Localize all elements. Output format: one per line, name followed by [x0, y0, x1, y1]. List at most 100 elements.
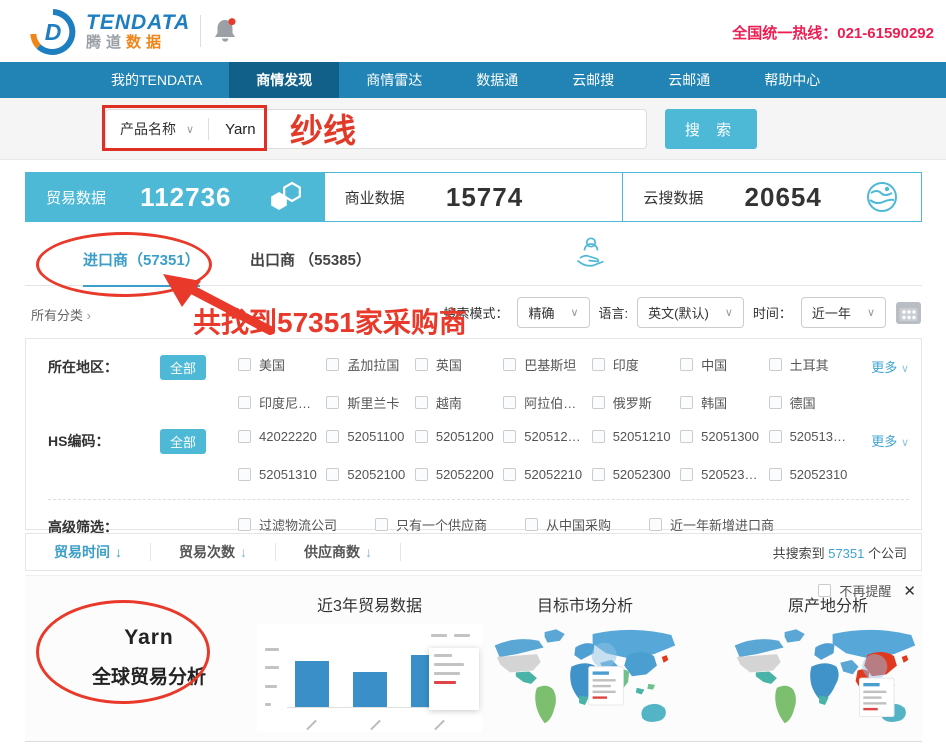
filter-checkbox[interactable]: 从中国采购: [525, 515, 611, 534]
filter-checkbox[interactable]: 韩国: [680, 393, 764, 412]
search-button[interactable]: 搜 索: [665, 109, 757, 149]
filter-checkbox[interactable]: 52051100: [326, 429, 410, 444]
notification-bell-icon[interactable]: [214, 17, 237, 49]
checkbox-box-icon[interactable]: [326, 396, 339, 409]
filter-checkbox[interactable]: 5205130000: [769, 429, 853, 444]
sort-item[interactable]: 贸易时间↓: [26, 543, 151, 561]
filter-checkbox[interactable]: 印度尼西亚: [238, 393, 322, 412]
checkbox-label: 孟加拉国: [347, 355, 399, 374]
filter-checkbox[interactable]: 52051310: [238, 467, 322, 482]
search-mode-select[interactable]: 精确 ∨: [517, 297, 589, 328]
checkbox-box-icon[interactable]: [503, 430, 516, 443]
checkbox-box-icon[interactable]: [769, 358, 782, 371]
filter-checkbox[interactable]: 中国: [680, 355, 764, 374]
checkbox-box-icon[interactable]: [238, 518, 251, 531]
checkbox-box-icon[interactable]: [592, 468, 605, 481]
region-all-badge[interactable]: 全部: [160, 355, 206, 380]
chevron-down-icon: ∨: [725, 306, 733, 319]
checkbox-box-icon[interactable]: [592, 396, 605, 409]
checkbox-box-icon[interactable]: [238, 468, 251, 481]
sort-item[interactable]: 供应商数↓: [276, 543, 401, 561]
nav-item[interactable]: 云邮通: [641, 62, 737, 98]
checkbox-box-icon[interactable]: [415, 358, 428, 371]
tab-exporters[interactable]: 出口商 （55385）: [250, 249, 371, 270]
checkbox-box-icon[interactable]: [503, 468, 516, 481]
brand-logo[interactable]: D TENDATA 腾道数据: [30, 9, 190, 55]
filter-checkbox[interactable]: 5205120000: [503, 429, 587, 444]
filter-checkbox[interactable]: 印度: [592, 355, 676, 374]
checkbox-box-icon[interactable]: [592, 358, 605, 371]
checkbox-box-icon[interactable]: [769, 468, 782, 481]
nav-item[interactable]: 商情雷达: [339, 62, 449, 98]
checkbox-box-icon[interactable]: [525, 518, 538, 531]
checkbox-label: 只有一个供应商: [396, 515, 487, 534]
checkbox-box-icon[interactable]: [415, 396, 428, 409]
filter-checkbox[interactable]: 斯里兰卡: [326, 393, 410, 412]
search-input[interactable]: [209, 121, 339, 138]
hs-all-badge[interactable]: 全部: [160, 429, 206, 454]
nav-item[interactable]: 数据通: [449, 62, 545, 98]
time-select[interactable]: 近一年 ∨: [801, 297, 886, 328]
checkbox-box-icon[interactable]: [326, 358, 339, 371]
filter-checkbox[interactable]: 52052300: [592, 467, 676, 482]
checkbox-box-icon[interactable]: [592, 430, 605, 443]
filter-checkbox[interactable]: 过滤物流公司: [238, 515, 337, 534]
filter-checkbox[interactable]: 英国: [415, 355, 499, 374]
filter-checkbox[interactable]: 阿拉伯联合...: [503, 393, 587, 412]
nav-item[interactable]: 我的TENDATA: [84, 62, 229, 98]
filter-checkbox[interactable]: 5205230000: [680, 467, 764, 482]
trade-bar-chart-thumbnail: [257, 624, 482, 732]
checkbox-box-icon[interactable]: [769, 430, 782, 443]
card-trade-data[interactable]: 贸易数据 112736: [26, 173, 325, 221]
filter-checkbox[interactable]: 近一年新增进口商: [649, 515, 774, 534]
card-business-data[interactable]: 商业数据 15774: [325, 173, 624, 221]
checkbox-box-icon[interactable]: [503, 396, 516, 409]
sort-arrow-icon: ↓: [365, 544, 372, 560]
checkbox-box-icon[interactable]: [238, 430, 251, 443]
calendar-icon[interactable]: [895, 300, 922, 325]
filter-checkbox[interactable]: 52052210: [503, 467, 587, 482]
nav-item[interactable]: 帮助中心: [737, 62, 847, 98]
checkbox-box-icon[interactable]: [326, 430, 339, 443]
nav-item[interactable]: 商情发现: [229, 62, 339, 98]
filter-checkbox[interactable]: 孟加拉国: [326, 355, 410, 374]
checkbox-box-icon[interactable]: [238, 396, 251, 409]
filter-checkbox[interactable]: 52052310: [769, 467, 853, 482]
filter-checkbox[interactable]: 德国: [769, 393, 853, 412]
checkbox-box-icon[interactable]: [415, 430, 428, 443]
filter-checkbox[interactable]: 土耳其: [769, 355, 853, 374]
checkbox-label: 韩国: [701, 393, 727, 412]
checkbox-box-icon[interactable]: [238, 358, 251, 371]
checkbox-box-icon[interactable]: [769, 396, 782, 409]
filter-checkbox[interactable]: 52052200: [415, 467, 499, 482]
checkbox-box-icon[interactable]: [680, 358, 693, 371]
checkbox-box-icon[interactable]: [680, 430, 693, 443]
checkbox-box-icon[interactable]: [503, 358, 516, 371]
sort-item[interactable]: 贸易次数↓: [151, 543, 276, 561]
language-select[interactable]: 英文(默认) ∨: [637, 297, 744, 328]
filter-checkbox[interactable]: 越南: [415, 393, 499, 412]
filter-checkbox[interactable]: 巴基斯坦: [503, 355, 587, 374]
search-category-dropdown[interactable]: 产品名称 ∨: [106, 119, 208, 139]
checkbox-box-icon[interactable]: [415, 468, 428, 481]
tab-importers[interactable]: 进口商（57351）: [83, 249, 200, 287]
filter-checkbox[interactable]: 52051300: [680, 429, 764, 444]
checkbox-box-icon[interactable]: [680, 468, 693, 481]
filter-checkbox[interactable]: 52051200: [415, 429, 499, 444]
region-more-link[interactable]: 更多 ∨: [871, 355, 909, 376]
card-cloud-search-data[interactable]: 云搜数据 20654: [623, 173, 921, 221]
checkbox-label: 52052300: [613, 467, 671, 482]
checkbox-box-icon[interactable]: [375, 518, 388, 531]
filter-checkbox[interactable]: 52051210: [592, 429, 676, 444]
filter-checkbox[interactable]: 42022220: [238, 429, 322, 444]
filter-checkbox[interactable]: 52052100: [326, 467, 410, 482]
checkbox-box-icon[interactable]: [649, 518, 662, 531]
checkbox-box-icon[interactable]: [680, 396, 693, 409]
breadcrumb[interactable]: 所有分类 ›: [31, 305, 91, 324]
nav-item[interactable]: 云邮搜: [545, 62, 641, 98]
filter-checkbox[interactable]: 美国: [238, 355, 322, 374]
checkbox-box-icon[interactable]: [326, 468, 339, 481]
filter-checkbox[interactable]: 只有一个供应商: [375, 515, 487, 534]
filter-checkbox[interactable]: 俄罗斯: [592, 393, 676, 412]
hs-more-link[interactable]: 更多 ∨: [871, 429, 909, 450]
